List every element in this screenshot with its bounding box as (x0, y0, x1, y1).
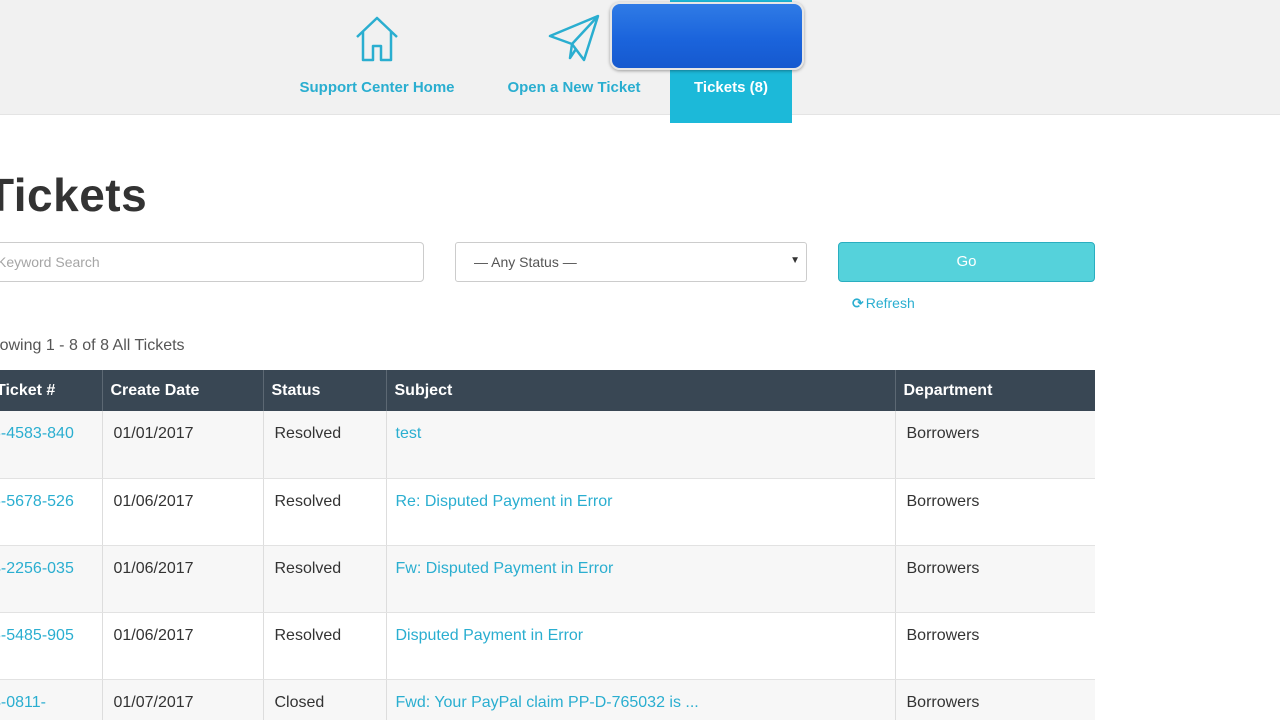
ticket-subject-link[interactable]: test (386, 411, 896, 479)
home-icon (351, 12, 403, 68)
create-date: 01/07/2017 (102, 679, 264, 720)
nav-label-tickets: Tickets (8) (694, 79, 768, 96)
tickets-table-container: Ticket # Create Date Status Subject Depa… (0, 370, 1100, 720)
ticket-subject-link[interactable]: Fw: Disputed Payment in Error (386, 545, 896, 613)
table-row: 4-2256-035 01/06/2017 Resolved Fw: Dispu… (0, 545, 1095, 613)
ticket-number-link[interactable]: 4-2256-035 (0, 545, 103, 613)
nav-label-new-ticket: Open a New Ticket (507, 79, 641, 96)
ticket-number-link[interactable]: 4-0811- (0, 679, 103, 720)
ticket-number-link[interactable]: 6-5678-526 (0, 478, 103, 546)
ticket-status: Resolved (263, 478, 387, 546)
status-select-value: — Any Status — (474, 254, 577, 270)
ticket-department: Borrowers (895, 612, 1095, 680)
ticket-status: Closed (263, 679, 387, 720)
table-row: 6-5485-905 01/06/2017 Resolved Disputed … (0, 612, 1095, 680)
refresh-icon: ⟳ (852, 295, 864, 311)
status-select[interactable]: — Any Status — ▼ (455, 242, 807, 282)
column-header-create-date[interactable]: Create Date (102, 370, 264, 411)
ticket-status: Resolved (263, 545, 387, 613)
table-row: 6-4583-840 01/01/2017 Resolved test Borr… (0, 411, 1095, 479)
ticket-department: Borrowers (895, 411, 1095, 479)
highlight-overlay-button[interactable] (610, 2, 804, 70)
table-row: 6-5678-526 01/06/2017 Resolved Re: Dispu… (0, 478, 1095, 546)
page-title: Tickets (0, 169, 148, 221)
refresh-label: Refresh (865, 295, 915, 311)
paper-plane-icon (546, 12, 602, 68)
ticket-number-link[interactable]: 6-4583-840 (0, 411, 103, 479)
table-header-row: Ticket # Create Date Status Subject Depa… (0, 370, 1095, 411)
ticket-subject-link[interactable]: Re: Disputed Payment in Error (386, 478, 896, 546)
tickets-table: Ticket # Create Date Status Subject Depa… (0, 370, 1095, 720)
results-summary: Showing 1 - 8 of 8 All Tickets (0, 337, 185, 354)
refresh-link[interactable]: ⟳ Refresh (852, 295, 915, 312)
ticket-status: Resolved (263, 411, 387, 479)
caret-down-icon: ▼ (790, 255, 800, 266)
ticket-subject-link[interactable]: Disputed Payment in Error (386, 612, 896, 680)
ticket-department: Borrowers (895, 478, 1095, 546)
create-date: 01/06/2017 (102, 545, 264, 613)
ticket-number-link[interactable]: 6-5485-905 (0, 612, 103, 680)
ticket-status: Resolved (263, 612, 387, 680)
keyword-search-input[interactable] (0, 242, 424, 282)
ticket-subject-link[interactable]: Fwd: Your PayPal claim PP-D-765032 is ..… (386, 679, 896, 720)
nav-label-home: Support Center Home (299, 79, 455, 96)
column-header-status[interactable]: Status (263, 370, 387, 411)
create-date: 01/06/2017 (102, 478, 264, 546)
ticket-department: Borrowers (895, 679, 1095, 720)
nav-support-center-home[interactable]: Support Center Home (290, 0, 464, 114)
table-row: 4-0811- 01/07/2017 Closed Fwd: Your PayP… (0, 679, 1095, 720)
column-header-ticket-number[interactable]: Ticket # (0, 370, 103, 411)
column-header-subject[interactable]: Subject (386, 370, 896, 411)
create-date: 01/01/2017 (102, 411, 264, 479)
column-header-department[interactable]: Department (895, 370, 1095, 411)
go-button[interactable]: Go (838, 242, 1095, 282)
ticket-department: Borrowers (895, 545, 1095, 613)
create-date: 01/06/2017 (102, 612, 264, 680)
